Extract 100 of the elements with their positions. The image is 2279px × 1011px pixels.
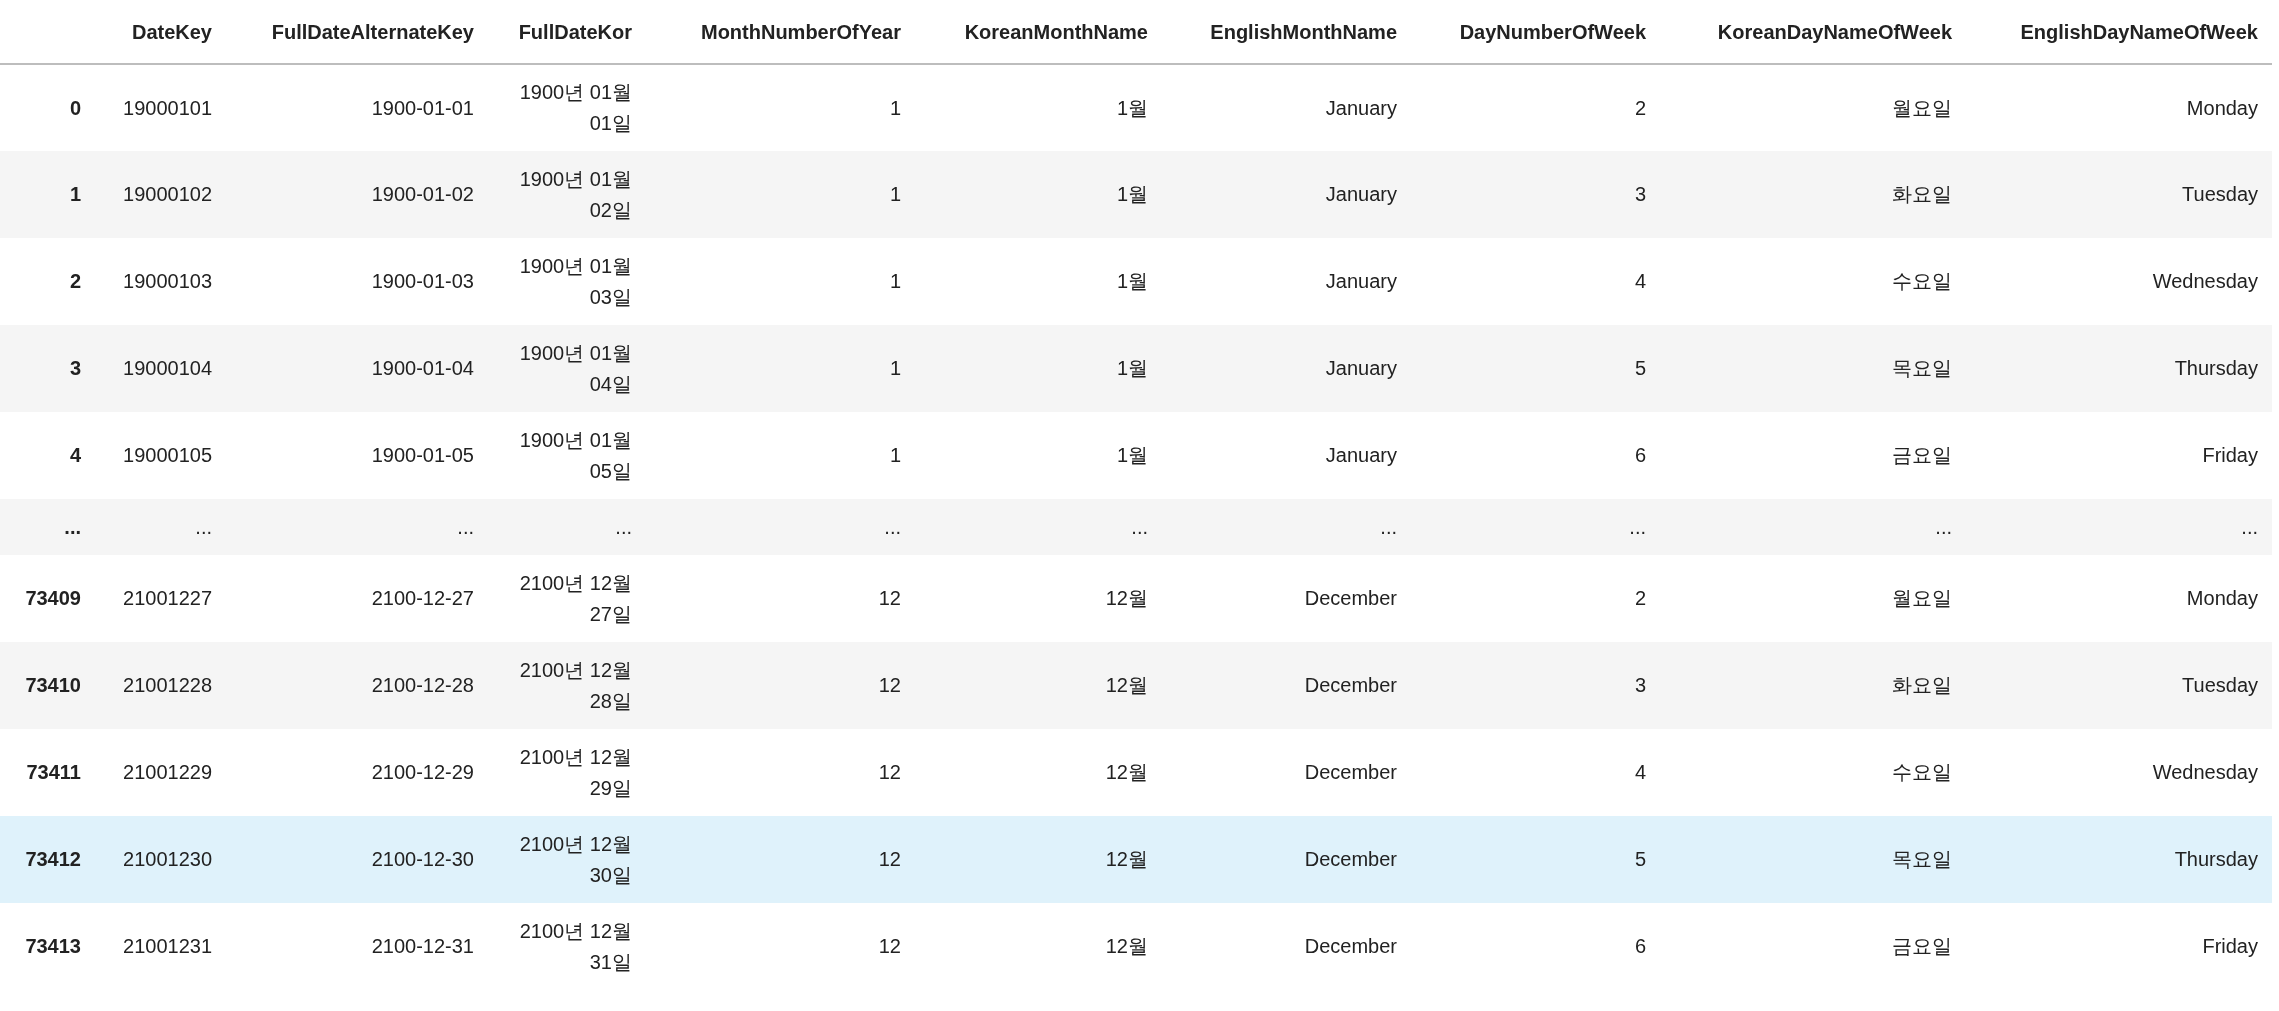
table-cell: 1 bbox=[889, 444, 901, 466]
table-cell: 12월 bbox=[1105, 587, 1148, 609]
table-cell: 19000105 bbox=[123, 444, 212, 466]
table-cell: 2100년 12월 27일 bbox=[519, 571, 632, 625]
column-header: KoreanDayNameOfWeek bbox=[1717, 20, 1952, 43]
table-cell: 1월 bbox=[1116, 96, 1148, 119]
row-index: 73413 bbox=[25, 935, 81, 957]
table-cell: ... bbox=[1131, 515, 1148, 538]
table-cell: 12 bbox=[878, 587, 901, 609]
table-cell: Wednesday bbox=[2152, 761, 2258, 783]
table-cell: 1900-01-04 bbox=[371, 357, 474, 379]
table-cell: 12 bbox=[878, 761, 901, 783]
column-header: KoreanMonthName bbox=[964, 20, 1148, 43]
table-cell: 수요일 bbox=[1892, 761, 1952, 783]
table-cell: 12월 bbox=[1105, 848, 1148, 870]
table-cell: ... bbox=[1380, 515, 1397, 538]
table-cell: ... bbox=[2241, 515, 2258, 538]
row-index: 0 bbox=[69, 96, 81, 119]
table-cell: 21001231 bbox=[123, 935, 212, 957]
table-cell: 1 bbox=[889, 96, 901, 119]
table-cell: 21001227 bbox=[123, 587, 212, 609]
table-cell: 목요일 bbox=[1892, 848, 1952, 870]
row-index: 2 bbox=[69, 270, 81, 292]
table-cell: January bbox=[1325, 96, 1397, 119]
table-cell: Monday bbox=[2186, 96, 2258, 119]
table-cell: 1월 bbox=[1116, 270, 1148, 292]
table-cell: 수요일 bbox=[1892, 270, 1952, 292]
table-cell: 2100-12-31 bbox=[371, 935, 474, 957]
row-index: ... bbox=[64, 515, 81, 538]
table-cell: 2100년 12월 31일 bbox=[519, 919, 632, 973]
table-cell: 12월 bbox=[1105, 935, 1148, 957]
table-cell: Monday bbox=[2186, 587, 2258, 609]
table-cell: 5 bbox=[1634, 848, 1646, 870]
table-cell: 3 bbox=[1634, 183, 1646, 205]
row-index: 73409 bbox=[25, 587, 81, 609]
table-cell: 21001229 bbox=[123, 761, 212, 783]
column-header: FullDateKor bbox=[518, 20, 632, 43]
column-header: MonthNumberOfYear bbox=[700, 20, 901, 43]
table-cell: 금요일 bbox=[1892, 935, 1952, 957]
table-cell: Thursday bbox=[2174, 848, 2258, 870]
table-cell: 화요일 bbox=[1892, 183, 1952, 205]
table-cell: 12 bbox=[878, 848, 901, 870]
table-cell: January bbox=[1325, 444, 1397, 466]
table-cell: January bbox=[1325, 183, 1397, 205]
column-header: FullDateAlternateKey bbox=[271, 20, 474, 43]
table-cell: Friday bbox=[2202, 444, 2258, 466]
table-cell: ... bbox=[457, 515, 474, 538]
column-header: EnglishDayNameOfWeek bbox=[2020, 20, 2258, 43]
table-cell: 19000101 bbox=[123, 96, 212, 119]
table-cell: ... bbox=[615, 515, 632, 538]
table-cell: 2100-12-27 bbox=[371, 587, 474, 609]
table-cell: 19000104 bbox=[123, 357, 212, 379]
table-cell: Tuesday bbox=[2182, 183, 2258, 205]
table-cell: 3 bbox=[1634, 674, 1646, 696]
table-cell: 2100-12-28 bbox=[371, 674, 474, 696]
table-cell: 12월 bbox=[1105, 674, 1148, 696]
table-cell: ... bbox=[884, 515, 901, 538]
table-cell: 21001228 bbox=[123, 674, 212, 696]
table-cell: 1900년 01월 04일 bbox=[519, 341, 632, 395]
table-cell: 21001230 bbox=[123, 848, 212, 870]
table-cell: Friday bbox=[2202, 935, 2258, 957]
table-cell: 2100년 12월 30일 bbox=[519, 832, 632, 886]
table-cell: December bbox=[1304, 587, 1397, 609]
row-index: 3 bbox=[69, 357, 81, 379]
table-cell: 2100년 12월 28일 bbox=[519, 658, 632, 712]
table-cell: 1900-01-02 bbox=[371, 183, 474, 205]
table-cell: Thursday bbox=[2174, 357, 2258, 379]
table-cell: 월요일 bbox=[1892, 587, 1952, 609]
table-cell: 2 bbox=[1634, 587, 1646, 609]
row-index: 1 bbox=[69, 183, 81, 205]
table-cell: 19000103 bbox=[123, 270, 212, 292]
table-cell: 1900-01-05 bbox=[371, 444, 474, 466]
table-cell: 1900-01-01 bbox=[371, 96, 474, 119]
row-index: 73410 bbox=[25, 674, 81, 696]
table-cell: 2100-12-29 bbox=[371, 761, 474, 783]
table-cell: 4 bbox=[1634, 761, 1646, 783]
table-cell: 1월 bbox=[1116, 444, 1148, 466]
row-index: 4 bbox=[69, 444, 81, 466]
table-cell: December bbox=[1304, 935, 1397, 957]
table-cell: 1 bbox=[889, 270, 901, 292]
column-header: EnglishMonthName bbox=[1210, 20, 1397, 43]
table-cell: 2100-12-30 bbox=[371, 848, 474, 870]
table-cell: 2100년 12월 29일 bbox=[519, 745, 632, 799]
table-cell: 5 bbox=[1634, 357, 1646, 379]
table-cell: 1900년 01월 05일 bbox=[519, 428, 632, 482]
column-header: DayNumberOfWeek bbox=[1459, 20, 1646, 43]
table-cell: 6 bbox=[1634, 935, 1646, 957]
table-cell: 1월 bbox=[1116, 357, 1148, 379]
table-cell: 목요일 bbox=[1892, 357, 1952, 379]
table-cell: 12월 bbox=[1105, 761, 1148, 783]
table-cell: Wednesday bbox=[2152, 270, 2258, 292]
table-cell: Tuesday bbox=[2182, 674, 2258, 696]
table-cell: ... bbox=[1629, 515, 1646, 538]
table-cell: 4 bbox=[1634, 270, 1646, 292]
table-cell: 1 bbox=[889, 183, 901, 205]
table-cell: January bbox=[1325, 270, 1397, 292]
table-cell: 1900년 01월 01일 bbox=[519, 81, 632, 134]
table-cell: December bbox=[1304, 761, 1397, 783]
table-cell: 금요일 bbox=[1892, 444, 1952, 466]
table-cell: 12 bbox=[878, 674, 901, 696]
